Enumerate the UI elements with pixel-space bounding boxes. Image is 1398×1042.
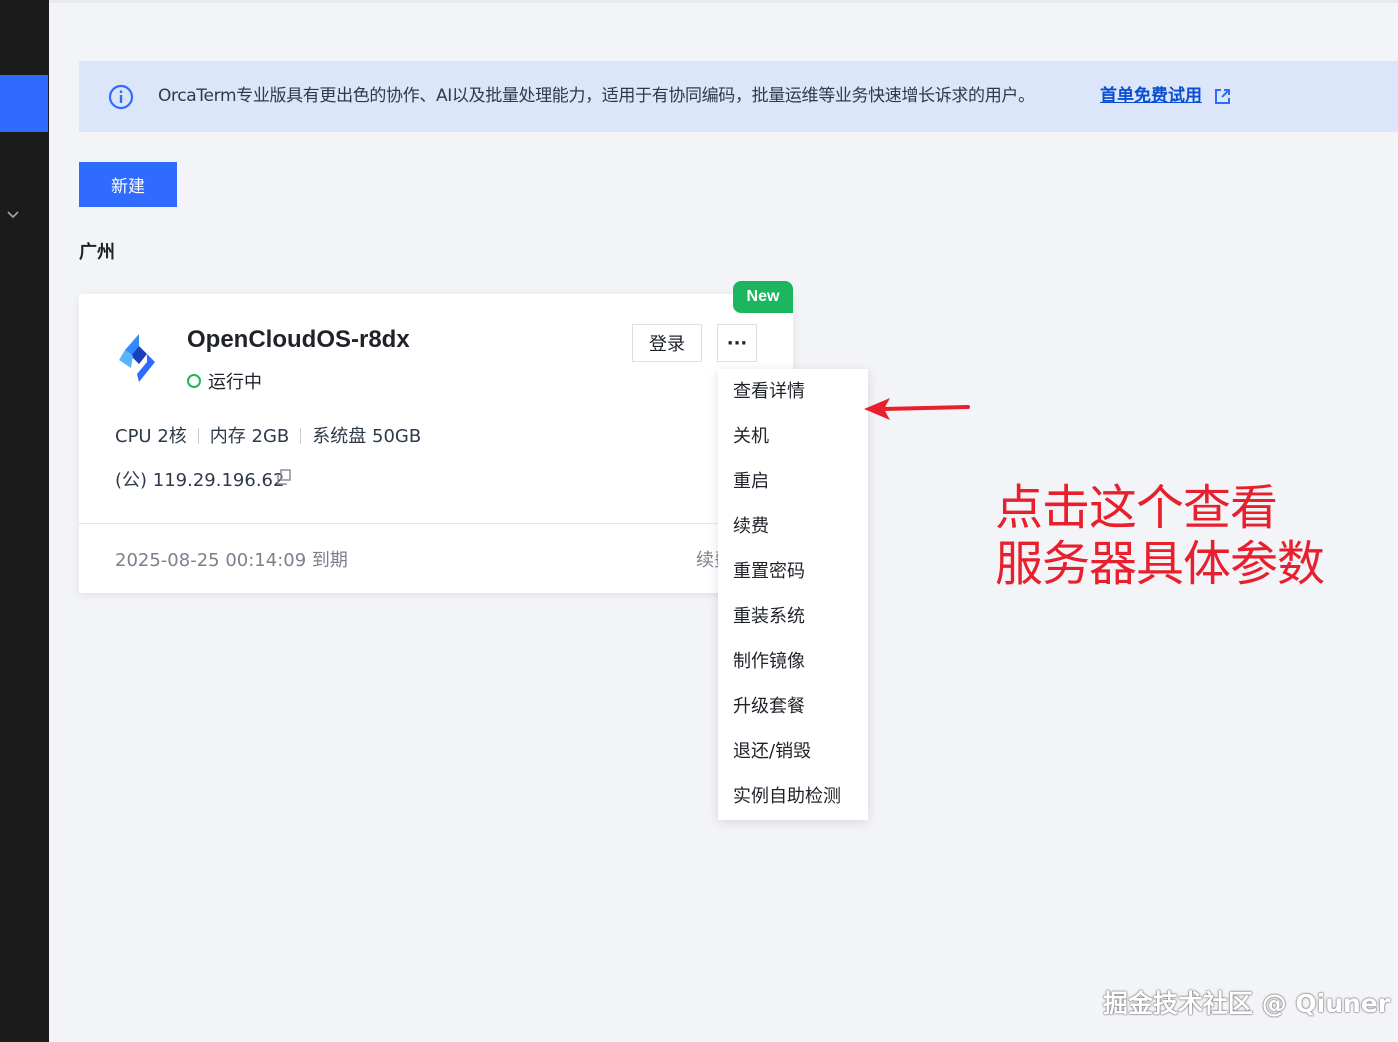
menu-item-create-image[interactable]: 制作镜像 (718, 639, 868, 684)
menu-item-upgrade[interactable]: 升级套餐 (718, 684, 868, 729)
expire-date: 2025-08-25 00:14:09 到期 (115, 550, 348, 571)
annotation-line2: 服务器具体参数 (995, 536, 1325, 592)
region-title: 广州 (79, 242, 115, 263)
instance-status: 运行中 (208, 372, 262, 393)
menu-item-reinstall[interactable]: 重装系统 (718, 594, 868, 639)
menu-item-shutdown[interactable]: 关机 (718, 414, 868, 459)
watermark: 掘金技术社区 @ Qiuner (1103, 989, 1391, 1018)
notice-banner: OrcaTerm专业版具有更出色的协作、AI以及批量处理能力，适用于有协同编码，… (79, 61, 1398, 132)
new-button[interactable]: 新建 (79, 162, 177, 207)
more-actions-button[interactable]: ··· (717, 324, 757, 362)
notice-text: OrcaTerm专业版具有更出色的协作、AI以及批量处理能力，适用于有协同编码，… (158, 86, 1035, 106)
logo-icon (119, 334, 155, 382)
new-badge: New (733, 281, 793, 313)
sidebar (0, 0, 49, 1042)
menu-item-restart[interactable]: 重启 (718, 459, 868, 504)
instance-name[interactable]: OpenCloudOS-r8dx (187, 326, 410, 354)
status-dot-icon (187, 374, 201, 388)
more-actions-menu: 查看详情 关机 重启 续费 重置密码 重装系统 制作镜像 升级套餐 退还/销毁 … (718, 369, 868, 820)
chevron-down-icon[interactable] (5, 206, 21, 222)
spec-disk: 系统盘 50GB (312, 426, 422, 447)
arrow-icon (864, 398, 970, 420)
menu-item-renew[interactable]: 续费 (718, 504, 868, 549)
menu-item-reset-password[interactable]: 重置密码 (718, 549, 868, 594)
top-divider (49, 0, 1398, 3)
instance-specs: CPU 2核 内存 2GB 系统盘 50GB (115, 422, 421, 448)
menu-item-terminate[interactable]: 退还/销毁 (718, 729, 868, 774)
login-button[interactable]: 登录 (632, 324, 702, 362)
sidebar-active-item[interactable] (0, 75, 48, 132)
annotation-line1: 点击这个查看 (995, 480, 1278, 536)
spec-cpu: CPU 2核 (115, 426, 187, 447)
spec-separator (197, 428, 199, 444)
annotation-text: 点击这个查看 服务器具体参数 (995, 480, 1325, 592)
public-ip: (公) 119.29.196.62 (115, 470, 285, 491)
card-divider (79, 523, 793, 524)
copy-icon[interactable] (277, 469, 291, 485)
instance-card: OpenCloudOS-r8dx 运行中 登录 ··· CPU 2核 内存 2GB… (79, 294, 793, 593)
spec-memory: 内存 2GB (209, 426, 290, 447)
renew-link[interactable]: 续费 (696, 546, 718, 572)
external-link-icon[interactable] (1214, 88, 1231, 105)
info-icon (108, 84, 134, 110)
menu-item-view-details[interactable]: 查看详情 (718, 369, 868, 414)
menu-item-self-check[interactable]: 实例自助检测 (718, 774, 868, 819)
spec-separator (300, 428, 302, 444)
free-trial-link[interactable]: 首单免费试用 (1100, 84, 1202, 108)
